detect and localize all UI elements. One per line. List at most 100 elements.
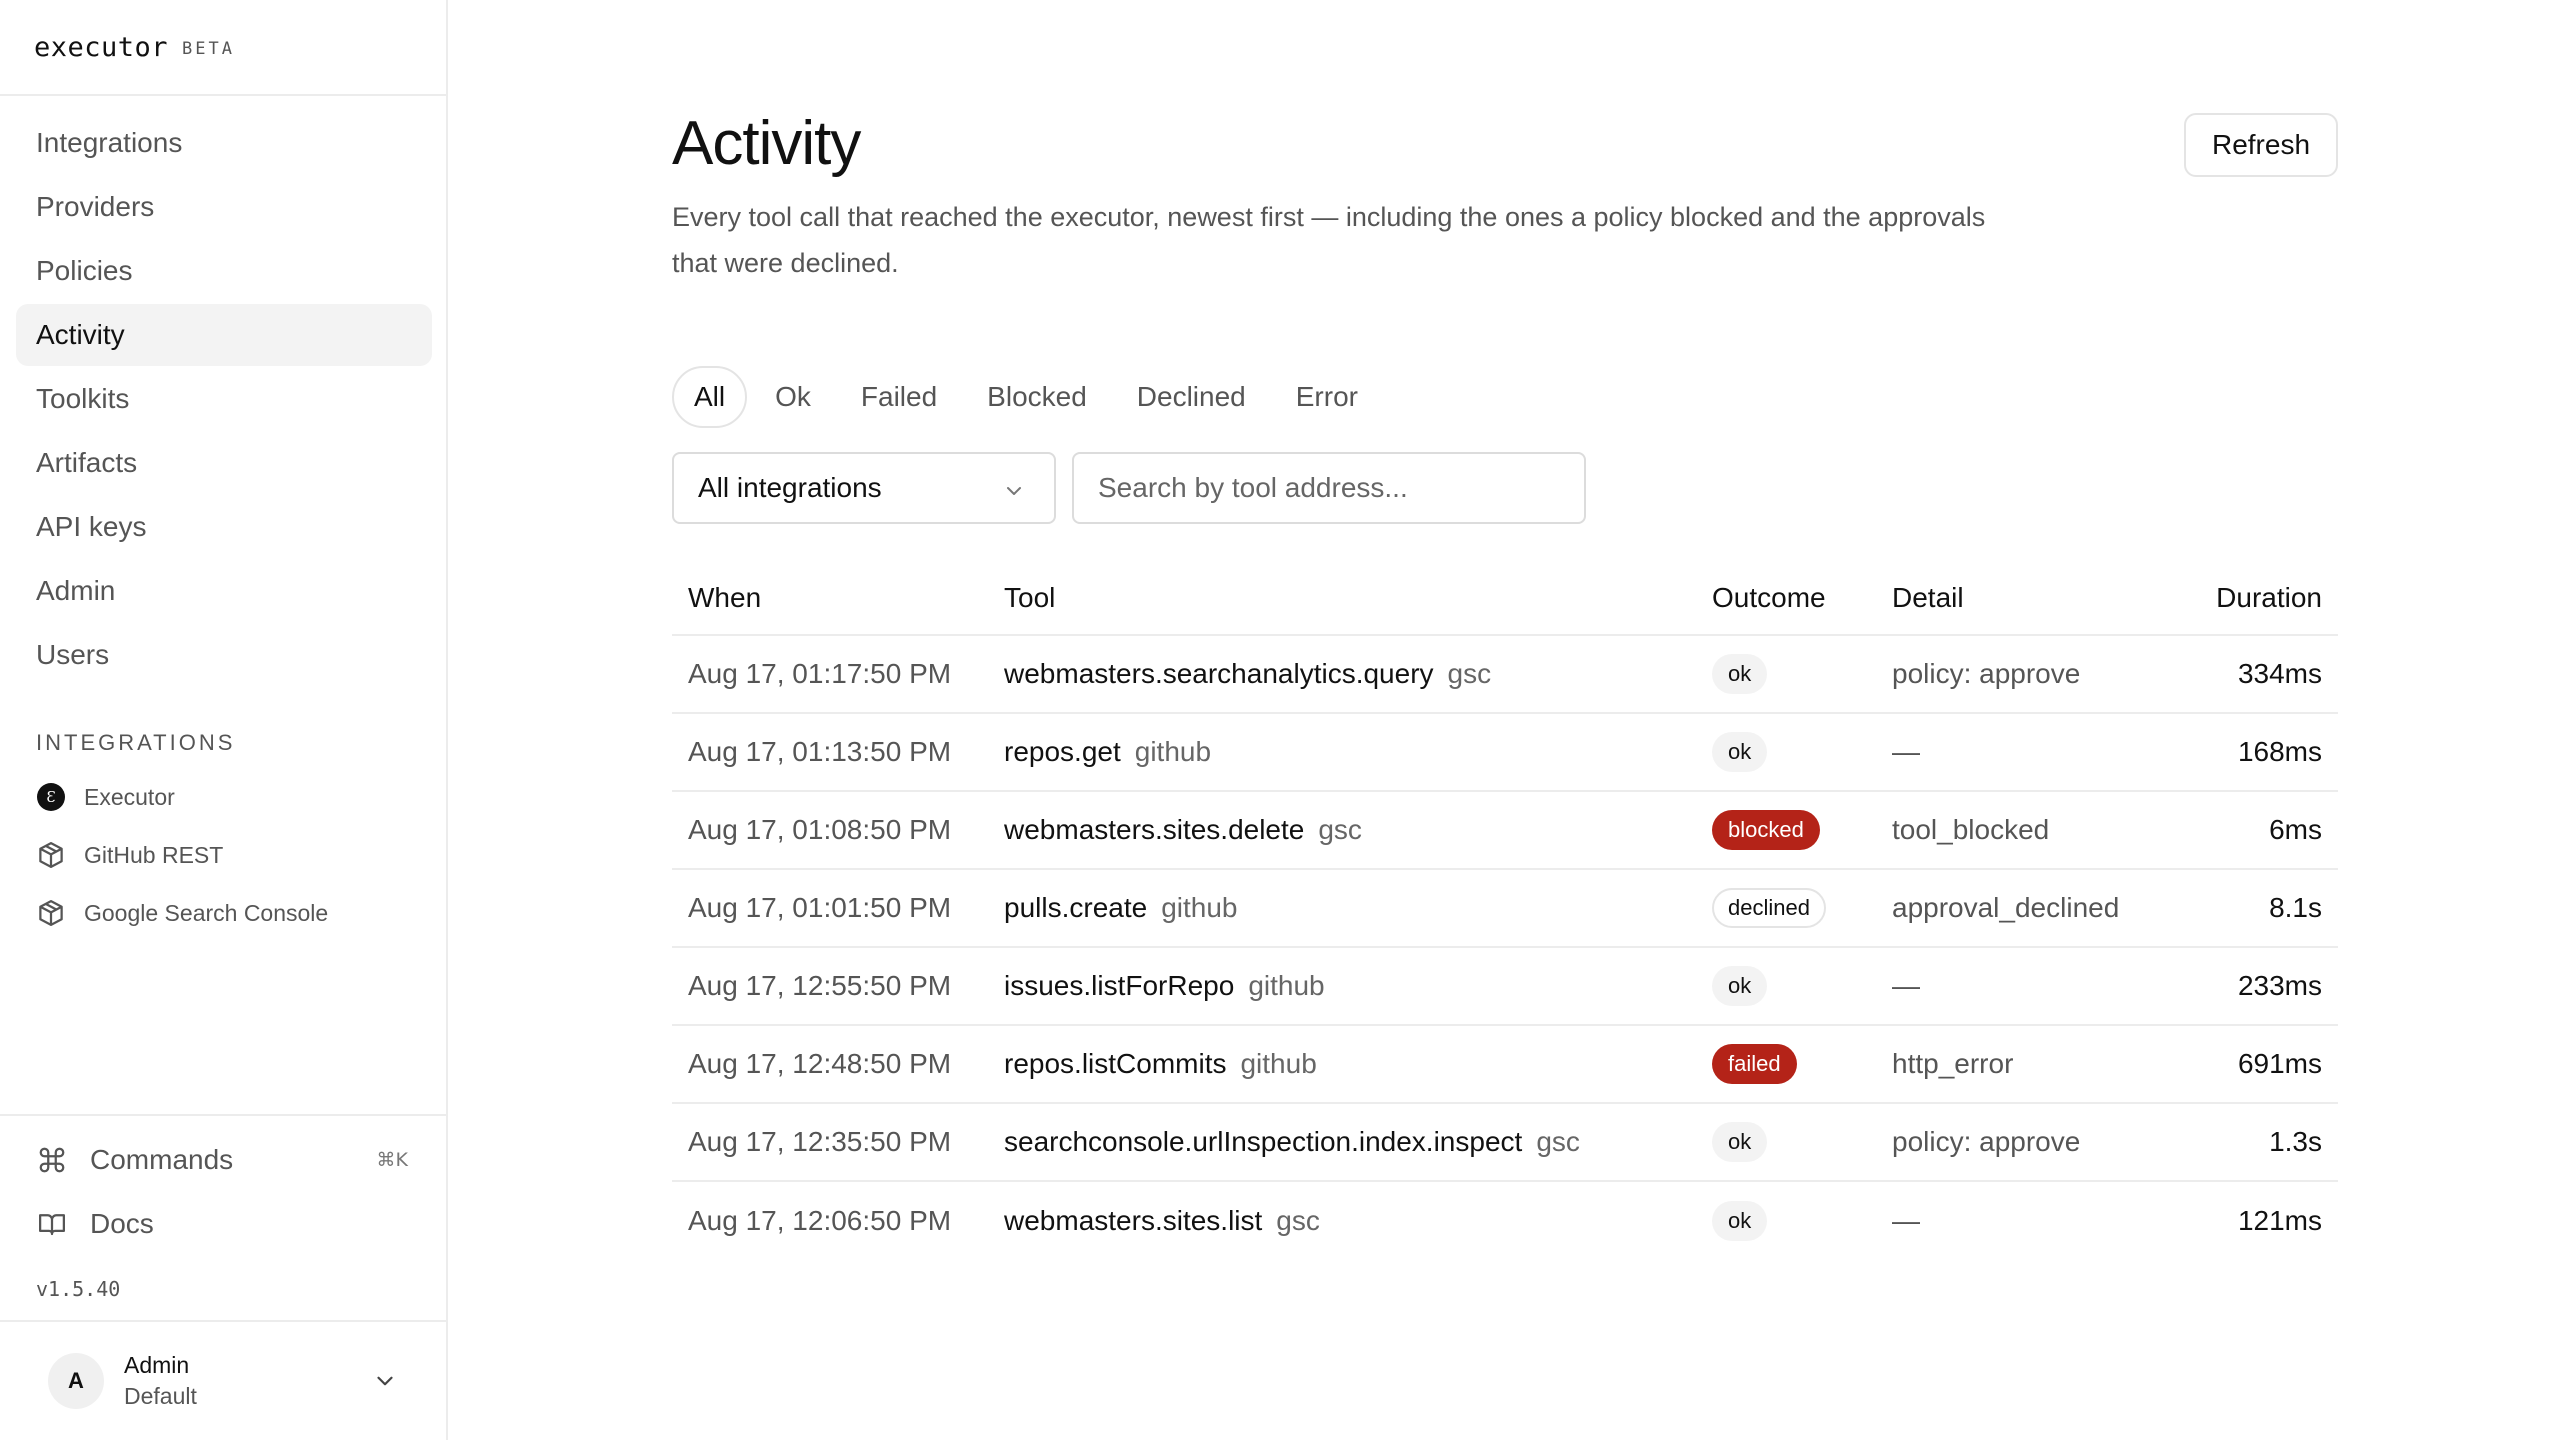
status-badge: ok — [1712, 654, 1768, 694]
integration-label: Executor — [84, 783, 175, 810]
user-menu[interactable]: A Admin Default — [0, 1320, 446, 1440]
cell-duration: 8.1s — [2269, 892, 2322, 923]
chevron-down-icon — [1002, 478, 1026, 510]
integrations-list: Ɛ Executor GitHub REST Google Search Con… — [36, 768, 426, 942]
table-row[interactable]: Aug 17, 12:06:50 PM webmasters.sites.lis… — [672, 1182, 2338, 1260]
commands-button[interactable]: Commands ⌘K — [0, 1128, 446, 1192]
cell-when: Aug 17, 01:01:50 PM — [688, 892, 952, 923]
user-name: Admin — [124, 1352, 190, 1378]
main-content: Activity Refresh Every tool call that re… — [672, 0, 2338, 1440]
cell-tool-integration: github — [1161, 892, 1238, 923]
cell-detail: policy: approve — [1892, 1126, 2081, 1157]
sidebar-item-api-keys[interactable]: API keys — [16, 496, 432, 558]
integration-label: GitHub REST — [84, 841, 224, 868]
page-description: Every tool call that reached the executo… — [672, 202, 1986, 278]
cell-duration: 6ms — [2269, 814, 2322, 845]
package-icon — [36, 840, 66, 870]
cell-tool-name: webmasters.searchanalytics.query — [1004, 658, 1434, 689]
cell-tool-integration: github — [1134, 736, 1212, 767]
table-row[interactable]: Aug 17, 01:13:50 PM repos.get github ok —… — [672, 714, 2338, 792]
status-badge: ok — [1712, 966, 1768, 1006]
cell-when: Aug 17, 12:55:50 PM — [688, 970, 952, 1001]
column-header-outcome[interactable]: Outcome — [1712, 582, 1892, 614]
tab-failed[interactable]: Failed — [839, 366, 959, 428]
cell-tool-integration: github — [1248, 970, 1325, 1001]
sidebar-item-activity[interactable]: Activity — [16, 304, 432, 366]
cell-tool-integration: gsc — [1536, 1126, 1580, 1157]
cell-duration: 233ms — [2237, 970, 2322, 1001]
tab-all[interactable]: All — [672, 366, 748, 428]
column-header-detail[interactable]: Detail — [1892, 582, 2192, 614]
page-title: Activity — [672, 109, 861, 178]
docs-label: Docs — [90, 1208, 154, 1239]
cell-tool-name: searchconsole.urlInspection.index.inspec… — [1004, 1126, 1523, 1157]
cell-duration: 121ms — [2237, 1205, 2322, 1236]
sidebar-item-artifacts[interactable]: Artifacts — [16, 432, 432, 494]
status-badge: blocked — [1712, 810, 1820, 850]
sidebar-item-integrations[interactable]: Integrations — [16, 112, 432, 174]
cell-duration: 1.3s — [2269, 1126, 2322, 1157]
search-input[interactable] — [1072, 452, 1586, 524]
sidebar-item-policies[interactable]: Policies — [16, 240, 432, 302]
tab-ok[interactable]: Ok — [753, 366, 833, 428]
cell-when: Aug 17, 12:06:50 PM — [688, 1205, 952, 1236]
tab-declined[interactable]: Declined — [1115, 366, 1268, 428]
cell-when: Aug 17, 01:17:50 PM — [688, 658, 952, 689]
cell-when: Aug 17, 12:48:50 PM — [688, 1048, 952, 1079]
refresh-button[interactable]: Refresh — [2184, 113, 2338, 177]
sidebar-item-users[interactable]: Users — [16, 624, 432, 686]
integration-filter-select[interactable]: All integrations — [672, 452, 1056, 524]
commands-shortcut: ⌘K — [376, 1149, 408, 1171]
executor-logo-icon: Ɛ — [36, 782, 66, 812]
status-badge: ok — [1712, 1122, 1768, 1162]
status-badge: ok — [1712, 732, 1768, 772]
commands-label: Commands — [90, 1144, 234, 1175]
status-badge: failed — [1712, 1044, 1797, 1084]
table-row[interactable]: Aug 17, 12:48:50 PM repos.listCommits git… — [672, 1026, 2338, 1104]
integrations-section-label: INTEGRATIONS — [36, 730, 236, 755]
table-header: When Tool Outcome Detail Duration — [672, 562, 2338, 636]
tab-blocked[interactable]: Blocked — [965, 366, 1109, 428]
cell-detail: policy: approve — [1892, 658, 2081, 689]
table-row[interactable]: Aug 17, 01:17:50 PM webmasters.searchana… — [672, 636, 2338, 714]
sidebar-item-admin[interactable]: Admin — [16, 560, 432, 622]
cell-tool-integration: gsc — [1276, 1205, 1320, 1236]
sidebar: executor BETA Integrations Providers Pol… — [0, 0, 448, 1440]
table-row[interactable]: Aug 17, 01:08:50 PM webmasters.sites.del… — [672, 792, 2338, 870]
user-org: Default — [124, 1383, 197, 1409]
package-icon — [36, 898, 66, 928]
integration-filter-value: All integrations — [698, 472, 882, 503]
table-row[interactable]: Aug 17, 12:55:50 PM issues.listForRepo gi… — [672, 948, 2338, 1026]
book-icon — [36, 1208, 68, 1240]
cell-tool-name: webmasters.sites.delete — [1004, 814, 1305, 845]
status-badge: declined — [1712, 888, 1826, 928]
column-header-when[interactable]: When — [672, 582, 1004, 614]
cell-detail: tool_blocked — [1892, 814, 2050, 845]
cell-duration: 168ms — [2237, 736, 2322, 767]
table-row[interactable]: Aug 17, 12:35:50 PM searchconsole.urlIns… — [672, 1104, 2338, 1182]
brand-name: executor — [34, 31, 169, 63]
cell-tool-integration: github — [1240, 1048, 1317, 1079]
table-row[interactable]: Aug 17, 01:01:50 PM pulls.create github d… — [672, 870, 2338, 948]
column-header-duration[interactable]: Duration — [2192, 582, 2338, 614]
docs-link[interactable]: Docs — [0, 1192, 446, 1256]
activity-table: When Tool Outcome Detail Duration Aug 17… — [672, 562, 2338, 1260]
integration-item-github-rest[interactable]: GitHub REST — [36, 826, 426, 884]
column-header-tool[interactable]: Tool — [1004, 582, 1712, 614]
cell-tool-name: repos.listCommits — [1004, 1048, 1227, 1079]
brand[interactable]: executor BETA — [0, 0, 446, 96]
cell-when: Aug 17, 12:35:50 PM — [688, 1126, 952, 1157]
integration-item-google-search-console[interactable]: Google Search Console — [36, 884, 426, 942]
version-label: v1.5.40 — [36, 1277, 121, 1301]
cell-tool-name: webmasters.sites.list — [1004, 1205, 1263, 1236]
tab-error[interactable]: Error — [1274, 366, 1380, 428]
sidebar-item-providers[interactable]: Providers — [16, 176, 432, 238]
command-icon — [36, 1144, 68, 1176]
integration-item-executor[interactable]: Ɛ Executor — [36, 768, 426, 826]
cell-when: Aug 17, 01:08:50 PM — [688, 814, 952, 845]
cell-tool-name: repos.get — [1004, 736, 1121, 767]
avatar: A — [48, 1353, 104, 1409]
cell-tool-integration: gsc — [1447, 658, 1492, 689]
sidebar-bottom: Commands ⌘K Docs v1.5.40 — [0, 1114, 446, 1314]
sidebar-item-toolkits[interactable]: Toolkits — [16, 368, 432, 430]
